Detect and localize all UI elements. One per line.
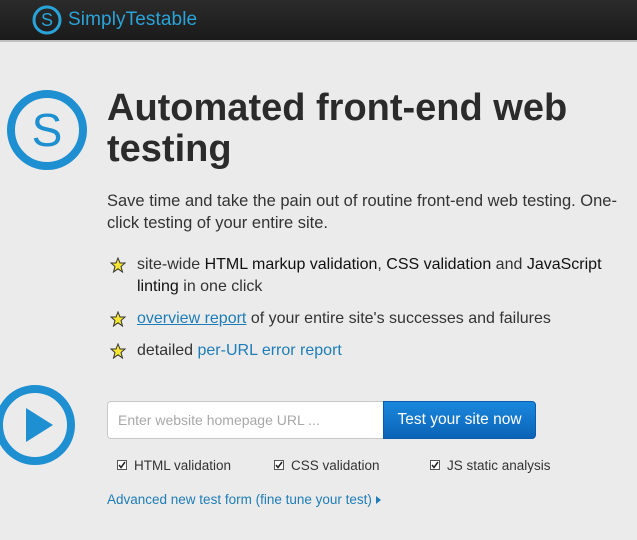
- svg-text:S: S: [32, 104, 63, 156]
- feature-text: in one click: [178, 278, 263, 295]
- check-icon: [275, 461, 283, 469]
- test-form: Test your site now: [107, 401, 536, 439]
- js-static-analysis-label: JS static analysis: [447, 457, 551, 473]
- advanced-test-form-label: Advanced new test form (fine tune your t…: [107, 492, 372, 507]
- feature-item: site-wide HTML markup validation, CSS va…: [110, 254, 620, 298]
- feature-highlight: HTML markup validation: [204, 256, 378, 273]
- test-your-site-button[interactable]: Test your site now: [383, 401, 536, 439]
- css-validation-label: CSS validation: [291, 457, 380, 473]
- star-icon: [110, 311, 126, 327]
- html-validation-label: HTML validation: [134, 457, 232, 473]
- feature-text: ,: [377, 256, 387, 273]
- feature-text: and: [491, 256, 527, 273]
- star-icon: [110, 257, 126, 273]
- feature-highlight: CSS validation: [386, 256, 492, 273]
- feature-item: overview report of your entire site's su…: [110, 308, 620, 330]
- caret-right-icon: [375, 495, 381, 504]
- star-icon: [110, 343, 126, 359]
- html-validation-checkbox[interactable]: [117, 460, 127, 470]
- feature-text: site-wide: [137, 256, 205, 273]
- overview-report-link[interactable]: overview report: [137, 310, 246, 327]
- html-validation-option[interactable]: HTML validation: [117, 457, 231, 473]
- svg-text:S: S: [41, 10, 53, 30]
- feature-text: detailed: [137, 342, 198, 359]
- js-static-analysis-checkbox[interactable]: [430, 460, 440, 470]
- feature-item: detailed per-URL error report: [110, 340, 620, 362]
- check-icon: [431, 461, 439, 469]
- brand-link[interactable]: S SimplyTestable: [32, 3, 197, 37]
- brand-name: SimplyTestable: [68, 9, 198, 30]
- simplytestable-s-logo-icon: S: [7, 90, 87, 170]
- per-url-error-report-link[interactable]: per-URL error report: [198, 342, 342, 359]
- css-validation-checkbox[interactable]: [274, 460, 284, 470]
- feature-text: of your entire site's successes and fail…: [246, 310, 551, 327]
- lead-text: Save time and take the pain out of routi…: [107, 192, 617, 232]
- website-url-input[interactable]: [107, 401, 383, 439]
- top-navbar: S SimplyTestable: [0, 0, 637, 42]
- css-validation-option[interactable]: CSS validation: [274, 457, 380, 473]
- js-static-analysis-option[interactable]: JS static analysis: [430, 457, 551, 473]
- advanced-test-form-link[interactable]: Advanced new test form (fine tune your t…: [107, 492, 381, 507]
- page-title: Automated front-end web testing: [107, 87, 568, 170]
- check-icon: [118, 461, 126, 469]
- feature-list: site-wide HTML markup validation, CSS va…: [110, 254, 620, 372]
- simplytestable-logo-icon: S: [32, 5, 62, 35]
- play-icon: [0, 385, 75, 465]
